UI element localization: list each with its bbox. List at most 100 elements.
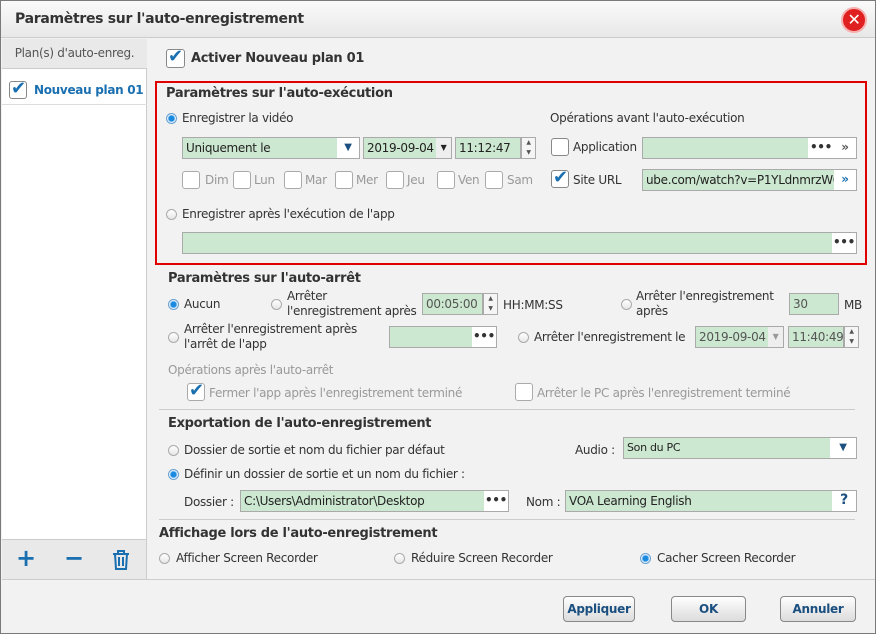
application-label: Application	[573, 140, 637, 154]
folder-field[interactable]: C:\Users\Administrator\Desktop •••	[240, 490, 509, 512]
remove-plan-icon[interactable]: −	[64, 544, 84, 572]
browse-icon[interactable]: •••	[484, 491, 508, 511]
site-url-field[interactable]: ube.com/watch?v=P1YLdnmrzW0»	[642, 169, 857, 191]
day-checkbox[interactable]	[233, 171, 251, 189]
chevron-down-icon[interactable]: ▼	[768, 327, 783, 347]
day-checkbox[interactable]	[335, 171, 353, 189]
sidebar-header: Plan(s) d'auto-enreg.	[2, 39, 147, 69]
custom-folder-label: Définir un dossier de sortie et un nom d…	[184, 467, 465, 481]
duration-unit: HH:MM:SS	[503, 298, 563, 312]
day-checkbox[interactable]	[284, 171, 302, 189]
stop-at-label: Arrêter l'enregistrement le	[534, 330, 686, 344]
stop-after-duration-label: Arrêter l'enregistrement après	[287, 289, 417, 318]
audio-label: Audio :	[575, 443, 615, 457]
close-icon[interactable]: ✕	[841, 7, 867, 33]
schedule-value: Uniquement le	[186, 141, 271, 155]
folder-label: Dossier :	[184, 495, 234, 509]
close-app-label: Fermer l'app après l'enregistrement term…	[209, 386, 463, 400]
day-label: Sam	[507, 173, 533, 187]
stop-after-app-radio[interactable]	[168, 332, 179, 343]
audio-select[interactable]: Son du PC ▼	[623, 437, 857, 459]
hide-recorder-radio[interactable]	[640, 553, 651, 564]
name-label: Nom :	[526, 495, 561, 509]
help-icon[interactable]: ?	[832, 491, 856, 511]
time-field[interactable]: 11:12:47	[455, 137, 521, 159]
schedule-select[interactable]: Uniquement le ▼	[182, 137, 360, 159]
sidebar-toolbar: + −	[2, 539, 147, 579]
enable-plan-checkbox[interactable]	[166, 46, 185, 68]
ok-button[interactable]: OK	[671, 596, 746, 622]
trash-icon[interactable]	[112, 550, 130, 570]
stop-none-radio[interactable]	[168, 299, 179, 310]
minimize-recorder-label: Réduire Screen Recorder	[411, 551, 553, 565]
stop-time-spinner[interactable]: ▲ ▼	[844, 326, 859, 348]
close-app-checkbox[interactable]	[187, 380, 205, 401]
record-video-radio[interactable]	[166, 113, 177, 124]
go-icon[interactable]: »	[834, 138, 856, 158]
browse-icon[interactable]: •••	[832, 233, 856, 253]
show-recorder-label: Afficher Screen Recorder	[176, 551, 318, 565]
auto-exec-title: Paramètres sur l'auto-exécution	[166, 86, 393, 101]
chevron-down-icon[interactable]: ▼	[436, 138, 451, 158]
day-checkbox[interactable]	[437, 171, 455, 189]
go-icon[interactable]: »	[834, 170, 856, 190]
stop-after-duration-radio[interactable]	[271, 299, 282, 310]
chevron-down-icon[interactable]: ▼	[337, 138, 359, 158]
site-url-value: ube.com/watch?v=P1YLdnmrzW0	[646, 173, 841, 187]
record-after-app-label: Enregistrer après l'exécution de l'app	[182, 207, 395, 221]
site-url-label: Site URL	[573, 173, 622, 187]
name-field[interactable]: VOA Learning English?	[565, 490, 857, 512]
stop-none-label: Aucun	[184, 297, 221, 311]
display-title: Affichage lors de l'auto-enregistrement	[159, 526, 438, 541]
stop-date-picker[interactable]: 2019-09-04 ▼	[695, 326, 784, 348]
size-field[interactable]: 30	[789, 293, 839, 315]
name-value: VOA Learning English	[569, 494, 692, 508]
audio-value: Son du PC	[627, 441, 681, 454]
date-picker[interactable]: 2019-09-04 ▼	[363, 137, 452, 159]
chevron-down-icon[interactable]: ▼	[830, 438, 856, 458]
plan-label: Nouveau plan 01	[34, 83, 144, 97]
size-unit: MB	[844, 298, 862, 312]
record-video-label: Enregistrer la vidéo	[182, 111, 294, 125]
site-url-checkbox[interactable]	[551, 167, 569, 188]
day-checkbox[interactable]	[386, 171, 404, 189]
plan-sidebar: Plan(s) d'auto-enreg. Nouveau plan 01	[2, 39, 147, 578]
default-folder-radio[interactable]	[168, 445, 179, 456]
add-plan-icon[interactable]: +	[16, 544, 36, 572]
application-field[interactable]: •••»	[642, 137, 857, 159]
apply-button[interactable]: Appliquer	[563, 596, 635, 622]
app-path-field[interactable]: •••	[182, 232, 857, 254]
application-checkbox[interactable]	[551, 138, 569, 156]
show-recorder-radio[interactable]	[159, 553, 170, 564]
day-label: Lun	[254, 173, 275, 187]
enable-plan-label: Activer Nouveau plan 01	[191, 51, 365, 66]
day-checkbox[interactable]	[485, 171, 503, 189]
duration-spinner[interactable]: ▲ ▼	[483, 293, 498, 315]
day-label: Mer	[356, 173, 378, 187]
cancel-button[interactable]: Annuler	[780, 596, 856, 622]
browse-icon[interactable]: •••	[472, 327, 496, 347]
shutdown-pc-checkbox[interactable]	[515, 383, 533, 401]
time-spinner[interactable]: ▲ ▼	[521, 137, 536, 159]
browse-icon[interactable]: •••	[808, 138, 834, 158]
day-label: Mar	[305, 173, 327, 187]
stop-after-size-radio[interactable]	[621, 299, 632, 310]
stop-after-size-label: Arrêter l'enregistrement après	[636, 289, 774, 318]
stop-at-radio[interactable]	[518, 332, 529, 343]
day-label: Jeu	[407, 173, 425, 187]
custom-folder-radio[interactable]	[168, 469, 179, 480]
sidebar-item-plan[interactable]: Nouveau plan 01	[2, 77, 147, 105]
dialog-window: Paramètres sur l'auto-enregistrement ✕ P…	[0, 0, 876, 634]
post-ops-title: Opérations après l'auto-arrêt	[168, 363, 334, 377]
stop-app-field[interactable]: •••	[389, 326, 497, 348]
minimize-recorder-radio[interactable]	[394, 553, 405, 564]
stop-time-field[interactable]: 11:40:49	[788, 326, 844, 348]
stop-after-app-label: Arrêter l'enregistrement après l'arrêt d…	[184, 322, 357, 351]
record-after-app-radio[interactable]	[166, 209, 177, 220]
divider	[159, 409, 855, 410]
plan-checkbox[interactable]	[9, 78, 27, 99]
default-folder-label: Dossier de sortie et nom du fichier par …	[184, 443, 445, 457]
duration-field[interactable]: 00:05:00	[422, 293, 483, 315]
day-label: Dim	[205, 173, 229, 187]
stop-date-value: 2019-09-04	[699, 330, 766, 344]
